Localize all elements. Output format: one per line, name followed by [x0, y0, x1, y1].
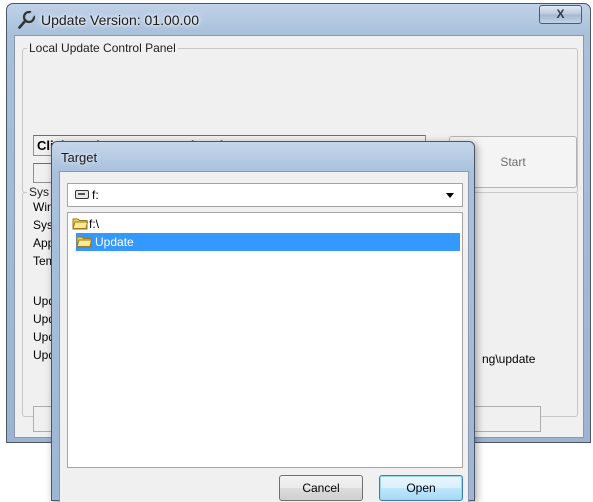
- folder-open-icon: [72, 218, 88, 230]
- folder-label: Update: [95, 235, 134, 249]
- dialog-title: Target: [61, 150, 98, 165]
- window-title: Update Version: 01.00.00: [41, 12, 200, 28]
- drive-icon: [75, 190, 89, 199]
- folder-list[interactable]: f:\ Update: [67, 212, 463, 468]
- update-path-value: ng\update: [482, 352, 536, 366]
- control-panel-label: Local Update Control Panel: [27, 41, 178, 55]
- dialog-client-area: f: f:\ Update Cancel Open: [59, 171, 469, 502]
- folder-item-root[interactable]: f:\: [70, 215, 190, 233]
- drive-select[interactable]: f:: [67, 183, 463, 207]
- wrench-icon: [18, 10, 37, 29]
- folder-open-icon: [76, 236, 92, 248]
- chevron-down-icon[interactable]: [446, 193, 454, 198]
- target-dialog: Target f: f:\ Update Cancel Open: [51, 141, 475, 502]
- open-button[interactable]: Open: [379, 475, 463, 501]
- system-group-label: Sys: [27, 185, 52, 199]
- drive-select-value: f:: [92, 188, 99, 202]
- folder-item-update[interactable]: Update: [76, 233, 460, 251]
- folder-label: f:\: [89, 217, 100, 231]
- close-button[interactable]: X: [539, 5, 582, 24]
- title-bar[interactable]: Update Version: 01.00.00 X: [7, 4, 590, 34]
- cancel-button[interactable]: Cancel: [279, 475, 363, 501]
